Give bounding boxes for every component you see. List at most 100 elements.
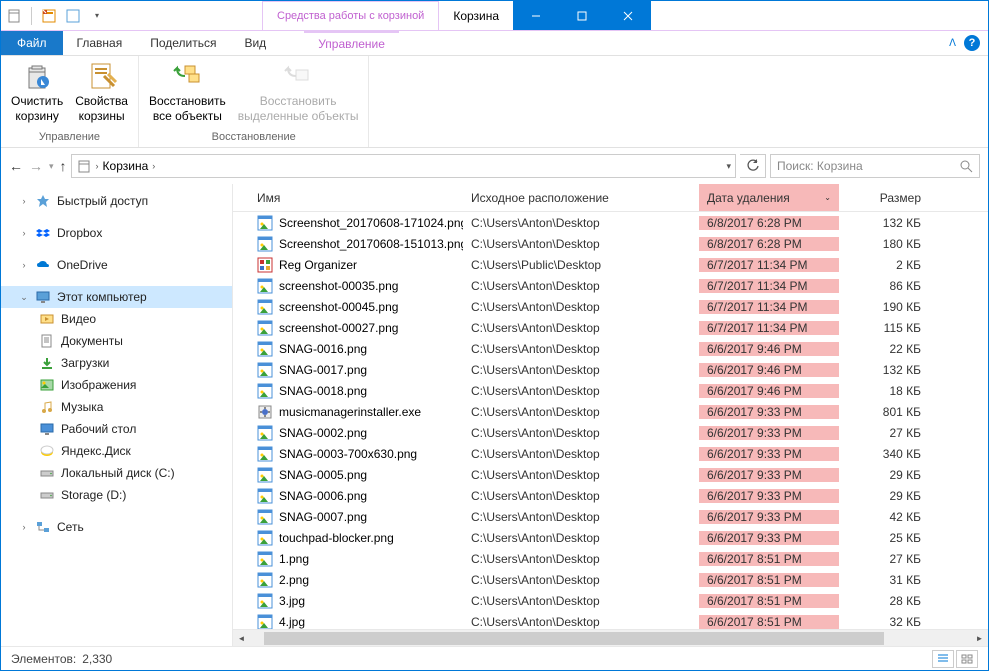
restore-all-button[interactable]: Восстановитьвсе объекты — [145, 58, 230, 129]
file-name: SNAG-0016.png — [279, 342, 367, 356]
file-row[interactable]: touchpad-blocker.pngC:\Users\Anton\Deskt… — [233, 527, 988, 548]
quick-access-toolbar: ▾ — [1, 1, 112, 30]
file-row[interactable]: SNAG-0006.pngC:\Users\Anton\Desktop6/6/2… — [233, 485, 988, 506]
chevron-right-icon[interactable]: › — [152, 161, 155, 171]
item-count-value: 2,330 — [82, 652, 112, 666]
file-row[interactable]: screenshot-00027.pngC:\Users\Anton\Deskt… — [233, 317, 988, 338]
file-size: 27 КБ — [839, 552, 929, 566]
tree-storage-d[interactable]: Storage (D:) — [1, 484, 232, 506]
file-row[interactable]: Screenshot_20170608-151013.pngC:\Users\A… — [233, 233, 988, 254]
scroll-right-button[interactable]: ► — [971, 630, 988, 647]
collapse-icon[interactable]: ⌄ — [19, 292, 29, 303]
refresh-button[interactable] — [740, 154, 766, 178]
tab-manage[interactable]: Управление — [304, 31, 399, 55]
file-size: 115 КБ — [839, 321, 929, 335]
column-location[interactable]: Исходное расположение — [463, 191, 699, 205]
tree-this-pc[interactable]: ⌄ Этот компьютер — [1, 286, 232, 308]
column-date-deleted[interactable]: Дата удаления ⌄ — [699, 184, 839, 211]
empty-recycle-bin-button[interactable]: Очиститькорзину — [7, 58, 67, 129]
file-row[interactable]: SNAG-0007.pngC:\Users\Anton\Desktop6/6/2… — [233, 506, 988, 527]
address-dropdown-icon[interactable]: ▾ — [726, 161, 731, 172]
tree-onedrive[interactable]: › OneDrive — [1, 254, 232, 276]
tree-music[interactable]: Музыка — [1, 396, 232, 418]
thumbnails-view-button[interactable] — [956, 650, 978, 668]
search-icon[interactable] — [959, 159, 973, 173]
properties-icon — [86, 60, 118, 92]
qat-new-folder-icon[interactable] — [64, 7, 82, 25]
file-list[interactable]: Screenshot_20170608-171024.pngC:\Users\A… — [233, 212, 988, 629]
file-location: C:\Users\Anton\Desktop — [463, 447, 699, 461]
collapse-ribbon-icon[interactable]: ᐱ — [949, 38, 956, 49]
navigation-pane[interactable]: › Быстрый доступ › Dropbox › OneDrive ⌄ … — [1, 184, 233, 646]
tree-local-disk-c[interactable]: Локальный диск (C:) — [1, 462, 232, 484]
back-button[interactable]: ← — [9, 158, 23, 174]
file-row[interactable]: SNAG-0017.pngC:\Users\Anton\Desktop6/6/2… — [233, 359, 988, 380]
tab-file[interactable]: Файл — [1, 31, 63, 55]
search-box[interactable]: Поиск: Корзина — [770, 154, 980, 178]
file-size: 25 КБ — [839, 531, 929, 545]
breadcrumb-item[interactable]: Корзина — [103, 159, 149, 173]
tree-network[interactable]: › Сеть — [1, 516, 232, 538]
file-row[interactable]: screenshot-00045.pngC:\Users\Anton\Deskt… — [233, 296, 988, 317]
tab-view[interactable]: Вид — [230, 31, 280, 55]
file-name: screenshot-00035.png — [279, 279, 398, 293]
file-location: C:\Users\Anton\Desktop — [463, 342, 699, 356]
expand-icon[interactable]: › — [19, 522, 29, 532]
file-row[interactable]: SNAG-0016.pngC:\Users\Anton\Desktop6/6/2… — [233, 338, 988, 359]
minimize-button[interactable] — [513, 1, 559, 30]
expand-icon[interactable]: › — [19, 228, 29, 238]
file-size: 29 КБ — [839, 489, 929, 503]
tree-desktop[interactable]: Рабочий стол — [1, 418, 232, 440]
file-row[interactable]: 3.jpgC:\Users\Anton\Desktop6/6/2017 8:51… — [233, 590, 988, 611]
file-row[interactable]: Reg OrganizerC:\Users\Public\Desktop6/7/… — [233, 254, 988, 275]
file-row[interactable]: SNAG-0003-700x630.pngC:\Users\Anton\Desk… — [233, 443, 988, 464]
file-location: C:\Users\Anton\Desktop — [463, 426, 699, 440]
file-name: SNAG-0018.png — [279, 384, 367, 398]
file-location: C:\Users\Anton\Desktop — [463, 573, 699, 587]
recent-locations-dropdown[interactable]: ▾ — [49, 161, 54, 172]
chevron-right-icon[interactable]: › — [96, 161, 99, 171]
tree-video[interactable]: Видео — [1, 308, 232, 330]
navigation-bar: ← → ▾ ↑ › Корзина › ▾ Поиск: Корзина — [1, 148, 988, 184]
recycle-bin-properties-button[interactable]: Свойствакорзины — [71, 58, 132, 129]
file-size: 28 КБ — [839, 594, 929, 608]
scroll-left-button[interactable]: ◄ — [233, 630, 250, 647]
qat-properties-icon[interactable] — [40, 7, 58, 25]
scroll-thumb[interactable] — [264, 632, 884, 645]
file-row[interactable]: 1.pngC:\Users\Anton\Desktop6/6/2017 8:51… — [233, 548, 988, 569]
column-name[interactable]: Имя — [233, 191, 463, 205]
up-button[interactable]: ↑ — [60, 158, 67, 174]
tree-quick-access[interactable]: › Быстрый доступ — [1, 190, 232, 212]
column-size[interactable]: Размер — [839, 191, 929, 205]
search-placeholder: Поиск: Корзина — [777, 159, 863, 173]
file-name: 4.jpg — [279, 615, 305, 629]
qat-dropdown-icon[interactable]: ▾ — [88, 7, 106, 25]
file-row[interactable]: SNAG-0002.pngC:\Users\Anton\Desktop6/6/2… — [233, 422, 988, 443]
file-location: C:\Users\Anton\Desktop — [463, 300, 699, 314]
tree-pictures[interactable]: Изображения — [1, 374, 232, 396]
tab-share[interactable]: Поделиться — [136, 31, 230, 55]
file-row[interactable]: 4.jpgC:\Users\Anton\Desktop6/6/2017 8:51… — [233, 611, 988, 629]
tree-downloads[interactable]: Загрузки — [1, 352, 232, 374]
horizontal-scrollbar[interactable]: ◄ ► — [233, 629, 988, 646]
file-type-icon — [257, 383, 273, 399]
tree-dropbox[interactable]: › Dropbox — [1, 222, 232, 244]
help-icon[interactable]: ? — [964, 35, 980, 51]
close-button[interactable] — [605, 1, 651, 30]
file-row[interactable]: screenshot-00035.pngC:\Users\Anton\Deskt… — [233, 275, 988, 296]
maximize-button[interactable] — [559, 1, 605, 30]
file-row[interactable]: musicmanagerinstaller.exeC:\Users\Anton\… — [233, 401, 988, 422]
file-row[interactable]: SNAG-0005.pngC:\Users\Anton\Desktop6/6/2… — [233, 464, 988, 485]
expand-icon[interactable]: › — [19, 260, 29, 270]
file-row[interactable]: 2.pngC:\Users\Anton\Desktop6/6/2017 8:51… — [233, 569, 988, 590]
expand-icon[interactable]: › — [19, 196, 29, 206]
tab-home[interactable]: Главная — [63, 31, 137, 55]
scroll-track[interactable] — [250, 630, 971, 647]
tree-documents[interactable]: Документы — [1, 330, 232, 352]
tree-yandex-disk[interactable]: Яндекс.Диск — [1, 440, 232, 462]
address-bar[interactable]: › Корзина › ▾ — [71, 154, 736, 178]
file-row[interactable]: Screenshot_20170608-171024.pngC:\Users\A… — [233, 212, 988, 233]
details-view-button[interactable] — [932, 650, 954, 668]
file-location: C:\Users\Anton\Desktop — [463, 384, 699, 398]
file-row[interactable]: SNAG-0018.pngC:\Users\Anton\Desktop6/6/2… — [233, 380, 988, 401]
